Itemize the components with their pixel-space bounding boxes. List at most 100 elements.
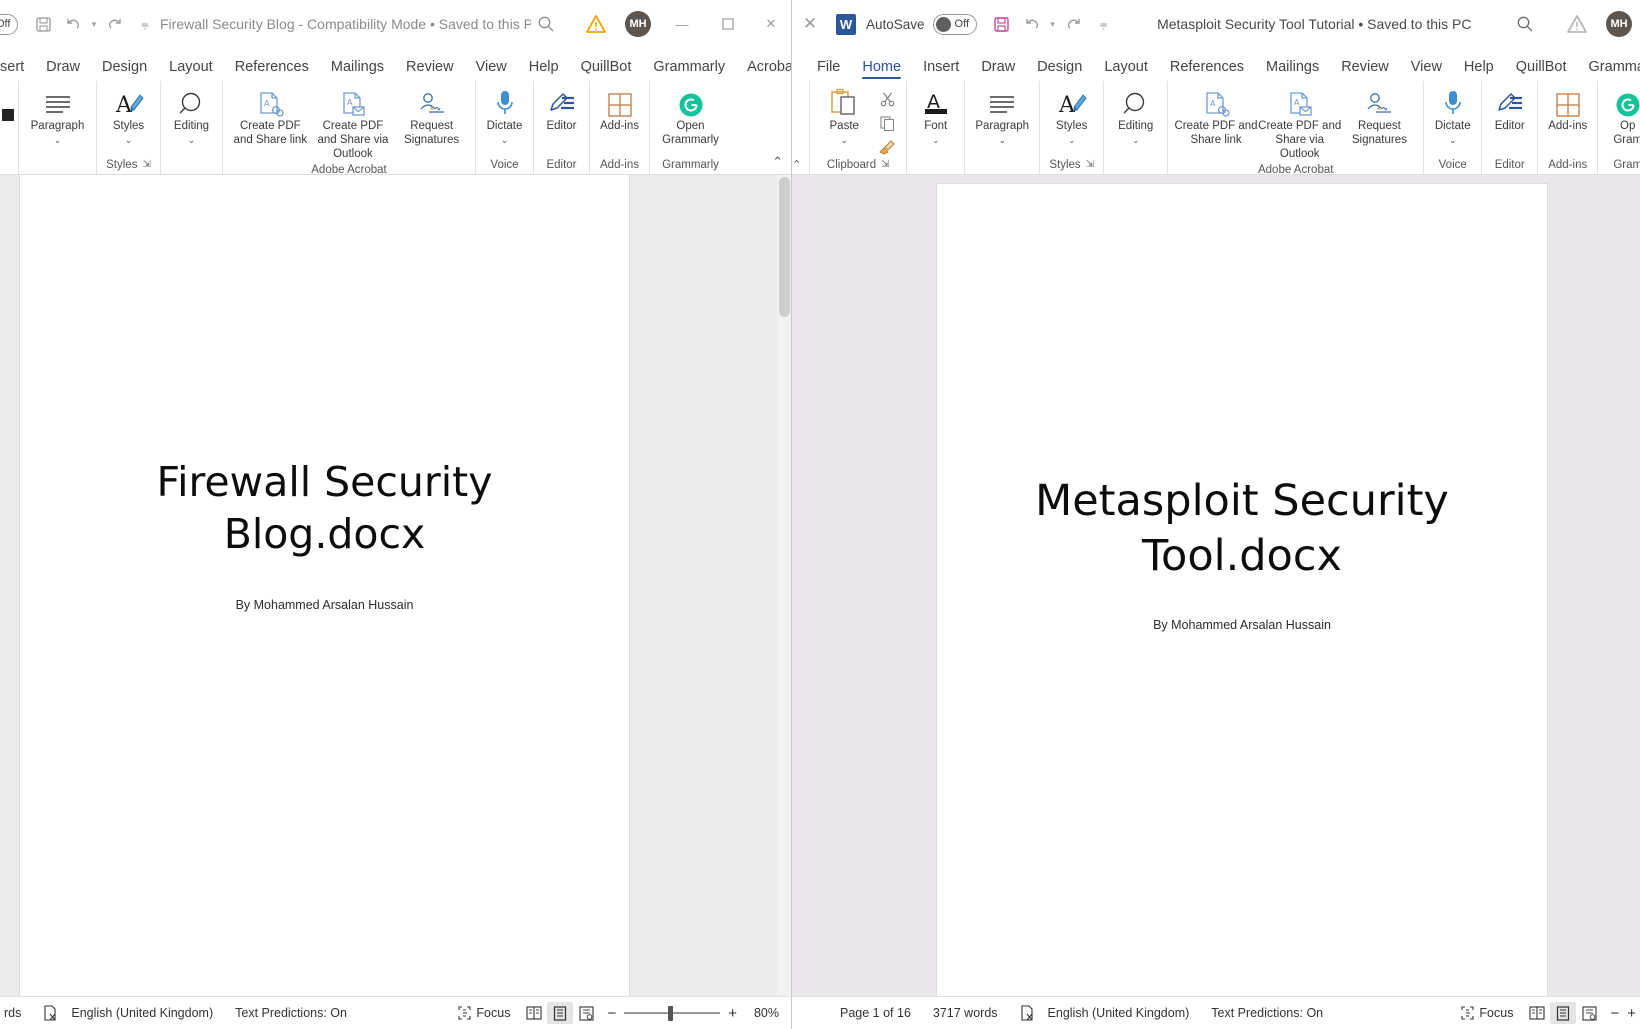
tab-references-right[interactable]: References bbox=[1159, 59, 1255, 82]
copy-icon[interactable] bbox=[880, 114, 895, 132]
collapse-ribbon-icon[interactable]: ⌃ bbox=[772, 154, 783, 170]
tab-file-right[interactable]: File bbox=[806, 59, 851, 82]
tab-references-left[interactable]: References bbox=[224, 59, 320, 82]
web-layout-icon[interactable] bbox=[1576, 1002, 1602, 1024]
add-ins-button-right[interactable]: Add-ins bbox=[1544, 86, 1591, 134]
word-count-right[interactable]: 3717 words bbox=[922, 1006, 1009, 1020]
tab-review-right[interactable]: Review bbox=[1330, 59, 1400, 82]
read-mode-icon[interactable] bbox=[1524, 1002, 1550, 1024]
accessibility-checker-icon[interactable] bbox=[32, 1005, 68, 1021]
chevron-down-icon[interactable]: ⌄ bbox=[125, 135, 133, 144]
document-page-left[interactable]: Firewall Security Blog.docx By Mohammed … bbox=[20, 175, 629, 996]
tab-view-left[interactable]: View bbox=[465, 59, 518, 82]
chevron-down-icon[interactable]: ⌄ bbox=[54, 135, 62, 144]
save-icon[interactable] bbox=[28, 9, 58, 39]
scrollbar-thumb-left[interactable] bbox=[779, 177, 790, 317]
web-layout-icon[interactable] bbox=[573, 1002, 599, 1024]
tab-draw-left[interactable]: Draw bbox=[35, 59, 91, 82]
add-ins-button-left[interactable]: Add-ins bbox=[596, 86, 643, 134]
create-pdf-share-link-button-left[interactable]: A Create PDF and Share link bbox=[229, 86, 312, 148]
editing-button-right[interactable]: Editing ⌄ bbox=[1110, 86, 1161, 144]
open-grammarly-button-right[interactable]: Op Gram bbox=[1604, 86, 1640, 148]
request-signatures-button-left[interactable]: x Request Signatures bbox=[394, 86, 469, 148]
word-count-left[interactable]: rds bbox=[4, 1006, 32, 1020]
text-predictions-left[interactable]: Text Predictions: On bbox=[224, 1006, 358, 1020]
styles-dialog-launcher-icon[interactable]: ⇲ bbox=[1086, 156, 1094, 174]
create-pdf-outlook-button-right[interactable]: A Create PDF and Share via Outlook bbox=[1258, 86, 1342, 161]
page-indicator-right[interactable]: Page 1 of 16 bbox=[806, 1006, 922, 1020]
tab-grammarly-left[interactable]: Grammarly bbox=[642, 59, 736, 82]
focus-mode-button-right[interactable]: Focus bbox=[1450, 1006, 1524, 1020]
tab-acrobat-left[interactable]: Acrobat bbox=[736, 59, 791, 82]
customize-quick-access-icon[interactable]: ⩦ bbox=[1089, 9, 1119, 39]
clipboard-dialog-launcher-icon[interactable]: ⇲ bbox=[881, 156, 889, 174]
tab-design-left[interactable]: Design bbox=[91, 59, 158, 82]
font-color-swatch-icon[interactable] bbox=[2, 109, 14, 121]
close-button-left[interactable]: ✕ bbox=[751, 7, 791, 41]
request-signatures-button-right[interactable]: x Request Signatures bbox=[1342, 86, 1418, 148]
tab-help-right[interactable]: Help bbox=[1453, 59, 1505, 82]
create-pdf-share-link-button-right[interactable]: A Create PDF and Share link bbox=[1174, 86, 1258, 148]
search-icon[interactable] bbox=[531, 9, 561, 39]
styles-button-left[interactable]: A Styles ⌄ bbox=[103, 86, 154, 144]
styles-dialog-launcher-icon[interactable]: ⇲ bbox=[142, 156, 150, 174]
paste-button-right[interactable]: Paste ⌄ bbox=[816, 86, 872, 144]
vertical-scrollbar-left[interactable] bbox=[777, 175, 791, 996]
tab-draw-right[interactable]: Draw bbox=[970, 59, 1026, 82]
undo-dropdown-icon[interactable]: ▾ bbox=[88, 9, 100, 39]
chevron-down-icon[interactable]: ⌄ bbox=[1132, 135, 1140, 144]
avatar[interactable]: MH bbox=[1606, 11, 1632, 37]
tab-insert-left[interactable]: sert bbox=[0, 59, 35, 82]
chevron-down-icon[interactable]: ⌄ bbox=[1449, 135, 1457, 144]
chevron-down-icon[interactable]: ⌄ bbox=[840, 135, 848, 144]
tab-quillbot-left[interactable]: QuillBot bbox=[570, 59, 643, 82]
chevron-down-icon[interactable]: ⌄ bbox=[998, 135, 1006, 144]
zoom-percent-left[interactable]: 80% bbox=[745, 1006, 779, 1020]
editing-button-left[interactable]: Editing ⌄ bbox=[167, 86, 216, 144]
format-painter-icon[interactable] bbox=[879, 138, 895, 156]
print-layout-icon[interactable] bbox=[547, 1002, 574, 1024]
tab-grammarly-right[interactable]: Grammarly bbox=[1578, 59, 1640, 82]
accessibility-checker-icon[interactable] bbox=[1009, 1005, 1045, 1021]
tab-insert-right[interactable]: Insert bbox=[912, 59, 970, 82]
tab-mailings-right[interactable]: Mailings bbox=[1255, 59, 1330, 82]
tab-review-left[interactable]: Review bbox=[395, 59, 465, 82]
dictate-button-right[interactable]: Dictate ⌄ bbox=[1430, 86, 1475, 144]
zoom-slider-left[interactable] bbox=[624, 1005, 721, 1021]
paragraph-button-left[interactable]: Paragraph ⌄ bbox=[27, 86, 89, 144]
zoom-slider-handle[interactable] bbox=[668, 1005, 674, 1021]
text-predictions-right[interactable]: Text Predictions: On bbox=[1200, 1006, 1334, 1020]
maximize-button-left[interactable] bbox=[705, 7, 751, 41]
tab-home-right[interactable]: Home bbox=[851, 59, 912, 82]
redo-icon[interactable] bbox=[100, 9, 130, 39]
tab-help-left[interactable]: Help bbox=[518, 59, 570, 82]
dictate-button-left[interactable]: Dictate ⌄ bbox=[482, 86, 527, 144]
tab-quillbot-right[interactable]: QuillBot bbox=[1505, 59, 1578, 82]
read-mode-icon[interactable] bbox=[521, 1002, 547, 1024]
warning-icon[interactable] bbox=[585, 14, 607, 34]
chevron-down-icon[interactable]: ⌄ bbox=[188, 135, 196, 144]
editor-button-left[interactable]: Editor bbox=[540, 86, 583, 134]
minimize-button-left[interactable]: — bbox=[659, 7, 705, 41]
search-icon[interactable] bbox=[1510, 9, 1540, 39]
editor-button-right[interactable]: Editor bbox=[1488, 86, 1531, 134]
language-right[interactable]: English (United Kingdom) bbox=[1045, 1006, 1201, 1020]
redo-icon[interactable] bbox=[1059, 9, 1089, 39]
word-icon[interactable]: W bbox=[836, 13, 856, 35]
styles-button-right[interactable]: A Styles ⌄ bbox=[1046, 86, 1097, 144]
chevron-down-icon[interactable]: ⌄ bbox=[932, 135, 940, 144]
chevron-down-icon[interactable]: ⌄ bbox=[501, 135, 509, 144]
open-grammarly-button-left[interactable]: Open Grammarly bbox=[656, 86, 725, 148]
focus-mode-button-left[interactable]: Focus bbox=[447, 1006, 521, 1020]
font-button-right[interactable]: A Font ⌄ bbox=[913, 86, 958, 144]
tab-view-right[interactable]: View bbox=[1400, 59, 1453, 82]
tab-layout-left[interactable]: Layout bbox=[158, 59, 224, 82]
avatar[interactable]: MH bbox=[625, 11, 651, 37]
paragraph-button-right[interactable]: Paragraph ⌄ bbox=[971, 86, 1033, 144]
close-button-left-neighbor[interactable]: ✕ bbox=[798, 9, 822, 39]
zoom-out-button-right[interactable]: − bbox=[1610, 1005, 1619, 1022]
autosave-toggle-right[interactable]: Off bbox=[932, 13, 977, 35]
tab-mailings-left[interactable]: Mailings bbox=[320, 59, 395, 82]
tab-design-right[interactable]: Design bbox=[1026, 59, 1093, 82]
create-pdf-outlook-button-left[interactable]: A Create PDF and Share via Outlook bbox=[312, 86, 395, 161]
